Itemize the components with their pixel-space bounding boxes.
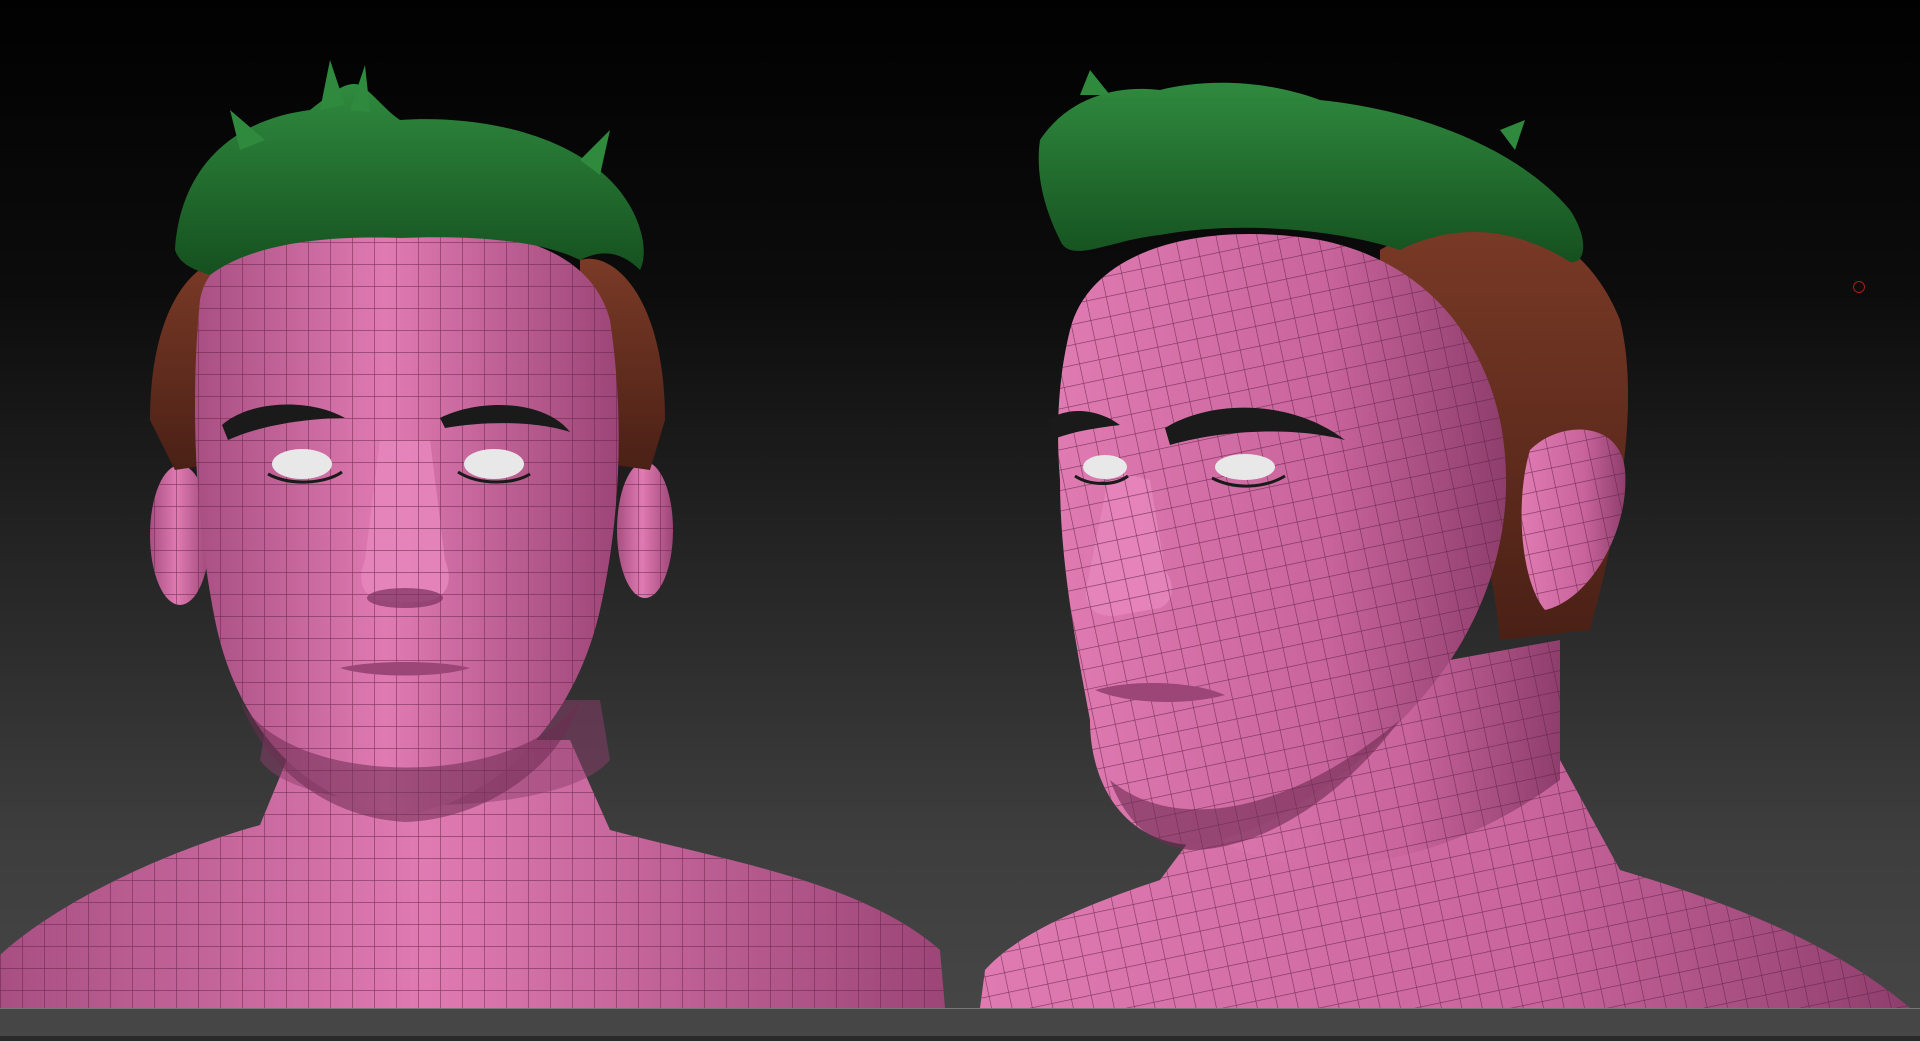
- viewport-divider: [0, 1008, 1920, 1009]
- 3d-viewport[interactable]: [0, 0, 1920, 1041]
- brush-cursor-icon: [1853, 281, 1865, 293]
- head-three-quarter-view[interactable]: [980, 70, 1910, 1008]
- viewport-canvas[interactable]: [0, 0, 1920, 1041]
- head-front-view[interactable]: [0, 60, 945, 1008]
- bottom-tray: [0, 1036, 1920, 1041]
